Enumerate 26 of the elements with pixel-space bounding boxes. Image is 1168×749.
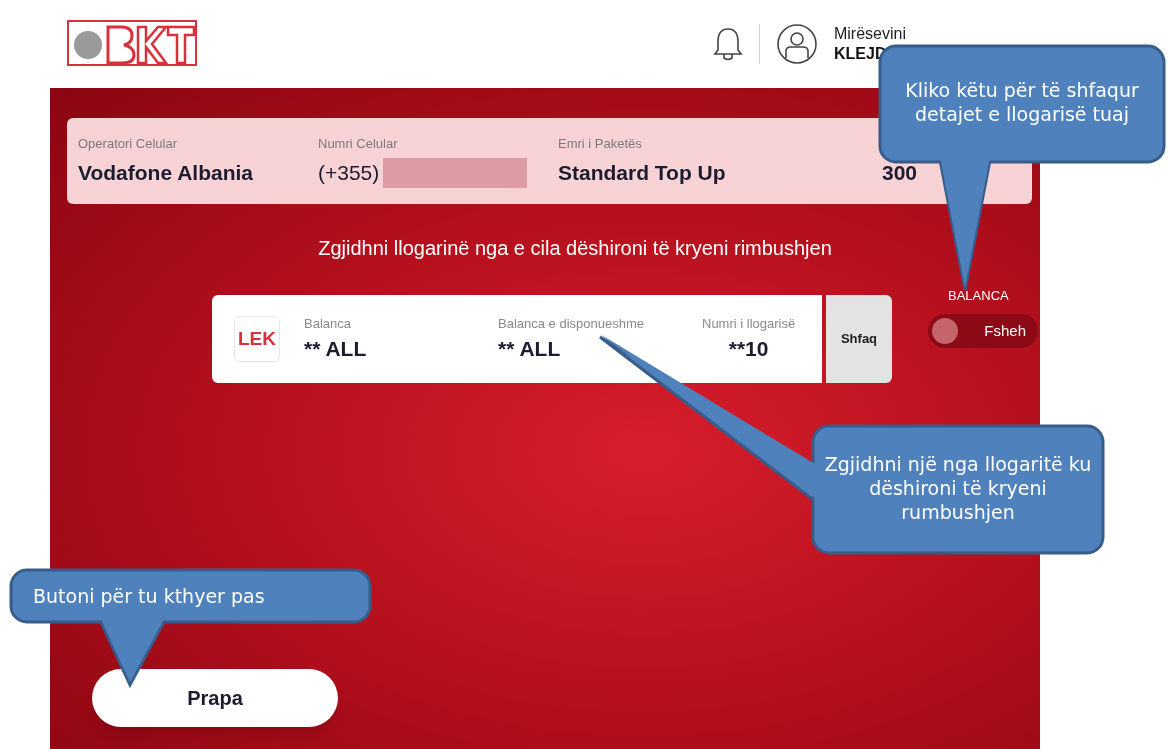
bell-icon[interactable] <box>713 26 743 62</box>
callout-text: Zgjidhni një nga llogaritë ku dëshironi të kryeni rumbushjen <box>823 452 1093 524</box>
field-value: (+355) <box>318 160 380 186</box>
column-value: ** ALL <box>304 336 368 362</box>
field-value: Vodafone Albania <box>78 160 254 186</box>
back-button[interactable]: Prapa <box>92 669 338 727</box>
column-label: Balanca <box>304 314 352 333</box>
user-avatar-icon[interactable] <box>776 23 818 65</box>
column-value: ** ALL <box>498 336 562 362</box>
column-label: Balanca e disponueshme <box>498 314 645 333</box>
field-label: Numri Celular <box>318 134 399 153</box>
field-value: 300 <box>881 160 917 187</box>
balance-toggle[interactable]: Fsheh <box>928 314 1038 348</box>
greeting: Mirësevini <box>834 24 906 44</box>
field-value: Standard Top Up <box>558 160 727 186</box>
column-value: **10 <box>728 336 769 362</box>
field-label: Emri i Paketës <box>558 134 643 153</box>
show-button[interactable]: Shfaq <box>826 295 892 383</box>
field-label: Operatori Celular <box>78 134 178 153</box>
balance-label: BALANCA <box>948 287 1009 305</box>
callout-text: Kliko këtu për të shfaqur detajet e llogarisë tuaj <box>904 78 1140 126</box>
account-card[interactable]: LEK Balanca ** ALL Balanca e disponueshme ** ALL Numri i llogarisë **10 <box>212 295 822 383</box>
currency-badge: LEK <box>234 316 280 362</box>
instruction-text: Zgjidhni llogarinë nga e cila dëshironi të kryeni rimbushjen <box>317 236 833 261</box>
callout-text: Butoni për tu kthyer pas <box>32 584 266 608</box>
column-label: Numri i llogarisë <box>702 314 796 333</box>
